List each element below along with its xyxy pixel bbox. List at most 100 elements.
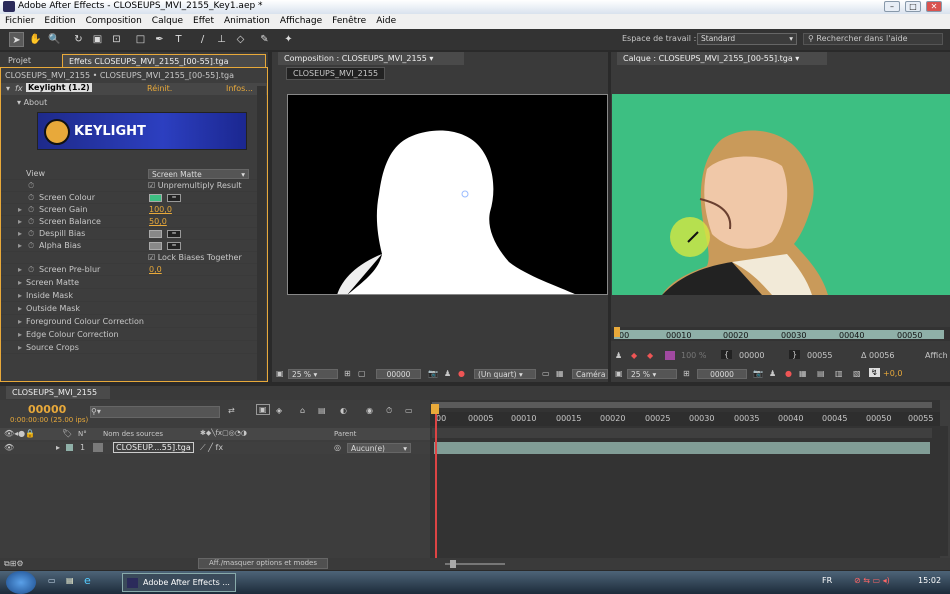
toggle-switches-button[interactable]: Aff./masquer options et modes — [198, 558, 328, 569]
tab-composition[interactable]: Composition : CLOSEUPS_MVI_2155 ▾ — [278, 52, 464, 65]
eyedropper-icon[interactable]: ━ — [167, 242, 181, 250]
maximize-button[interactable]: □ — [905, 1, 921, 12]
hand-tool-icon[interactable]: ✋ — [28, 32, 43, 47]
stopwatch-icon[interactable]: ⏱ — [28, 265, 34, 275]
clock[interactable]: 15:02 — [918, 576, 941, 585]
menu-fenetre[interactable]: Fenêtre — [327, 14, 371, 29]
layer-name[interactable]: CLOSEUP....55].tga — [113, 442, 194, 453]
reset-link[interactable]: Réinit. — [147, 84, 172, 93]
screen-preblur-value[interactable]: 0,0 — [149, 265, 162, 274]
expand-triangle-icon[interactable]: ▸ — [18, 241, 22, 250]
group-outside-mask[interactable]: ▸ Outside Mask — [1, 303, 263, 315]
ie-icon[interactable]: e — [84, 574, 91, 587]
desktop-icon[interactable]: ▭ — [48, 576, 56, 585]
eyedropper-icon[interactable]: ━ — [167, 230, 181, 238]
menu-calque[interactable]: Calque — [147, 14, 188, 29]
info-link[interactable]: Infos... — [226, 84, 253, 93]
hide-shy-icon[interactable]: ⌂ — [300, 406, 305, 415]
grid-icon[interactable]: ⊞ — [683, 369, 690, 378]
label-color-icon[interactable] — [66, 444, 73, 451]
layer-stop-icon[interactable]: ◆ — [647, 351, 653, 360]
stopwatch-icon[interactable]: ⏱ — [28, 181, 34, 191]
footer-icons[interactable]: ⧉⊞⚙ — [4, 559, 24, 569]
expand-triangle-icon[interactable]: ▸ — [18, 217, 22, 226]
brainstorm-icon[interactable]: ◉ — [366, 406, 373, 415]
tray-icons[interactable]: ⊘ ⇆ ▭ ◂) — [854, 576, 890, 585]
despill-bias-swatch[interactable] — [149, 230, 162, 238]
text-tool-icon[interactable]: T — [171, 32, 186, 47]
camera-tool-icon[interactable]: ▣ — [90, 32, 105, 47]
taskbar-app-button[interactable]: Adobe After Effects ... — [122, 573, 236, 592]
pixel-aspect-icon[interactable]: ▤ — [817, 369, 825, 378]
composition-viewer[interactable] — [287, 94, 608, 295]
graph-editor-icon[interactable]: ▭ — [405, 406, 413, 415]
comp-zoom-dropdown[interactable]: 25 % ▾ — [288, 369, 338, 379]
effects-scrollbar[interactable] — [257, 86, 266, 380]
visibility-eye-icon[interactable]: 👁 — [4, 443, 14, 452]
expand-triangle-icon[interactable]: ▸ — [56, 443, 60, 452]
layer-viewer[interactable] — [612, 94, 950, 295]
menu-fichier[interactable]: Fichier — [0, 14, 39, 29]
work-area-bar[interactable] — [432, 402, 932, 408]
frame-blending-icon[interactable]: ▤ — [318, 406, 326, 415]
snapshot-icon[interactable]: 📷 — [428, 369, 438, 378]
tab-layer[interactable]: Calque : CLOSEUPS_MVI_2155_[00-55].tga ▾ — [617, 52, 827, 65]
clone-tool-icon[interactable]: ⊥ — [214, 32, 229, 47]
layer-in-point[interactable]: 00000 — [739, 351, 764, 360]
menu-edition[interactable]: Edition — [39, 14, 80, 29]
close-button[interactable]: ✕ — [926, 1, 942, 12]
eyedropper-icon[interactable]: ━ — [167, 194, 181, 202]
group-screen-matte[interactable]: ▸ Screen Matte — [1, 277, 263, 289]
transparency-grid-icon[interactable]: ▦ — [556, 369, 564, 378]
rotate-tool-icon[interactable]: ↻ — [71, 32, 86, 47]
layer-run-icon[interactable]: ♟ — [615, 351, 622, 360]
layer-work-area[interactable] — [614, 330, 944, 339]
workspace-dropdown[interactable]: Standard ▾ — [697, 33, 797, 45]
eraser-tool-icon[interactable]: ◇ — [233, 32, 248, 47]
layer-bar[interactable] — [434, 442, 930, 454]
zoom-slider-thumb[interactable] — [450, 560, 456, 568]
layer-row-1[interactable]: 👁 ▸ 1 CLOSEUP....55].tga ⟋ ╱ fx ◎ Aucun(… — [0, 442, 430, 454]
fx-icon[interactable]: fx — [15, 84, 23, 93]
layer-time-ruler[interactable]: 00 00010 00020 00030 00040 00050 — [611, 327, 950, 341]
start-button[interactable] — [6, 571, 36, 594]
menu-affichage[interactable]: Affichage — [275, 14, 327, 29]
expand-triangle-icon[interactable]: ▸ — [18, 229, 22, 238]
group-edge-colour[interactable]: ▸ Edge Colour Correction — [1, 329, 263, 341]
zoom-tool-icon[interactable]: 🔍 — [47, 32, 62, 47]
stopwatch-icon[interactable]: ⏱ — [28, 229, 34, 239]
view-dropdown[interactable]: Screen Matte ▾ — [148, 169, 249, 179]
channel-icon[interactable]: ● — [458, 369, 465, 378]
group-inside-mask[interactable]: ▸ Inside Mask — [1, 290, 263, 302]
timeline-icon[interactable]: ▧ — [853, 369, 861, 378]
lock-biases-checkbox[interactable]: ☑ Lock Biases Together — [148, 253, 242, 262]
stopwatch-icon[interactable]: ⏱ — [28, 205, 34, 215]
menu-composition[interactable]: Composition — [81, 14, 147, 29]
menu-aide[interactable]: Aide — [371, 14, 401, 29]
exposure-icon[interactable]: ↯ — [869, 368, 880, 377]
timeline-search-input[interactable]: ⚲▾ — [90, 406, 220, 418]
roto-brush-tool-icon[interactable]: ✎ — [257, 32, 272, 47]
live-update-icon[interactable]: ▣ — [256, 404, 270, 415]
region-of-interest-icon[interactable]: ▭ — [542, 369, 550, 378]
always-preview-icon[interactable]: ▣ — [276, 369, 284, 378]
puppet-tool-icon[interactable]: ✦ — [281, 32, 296, 47]
selection-tool-icon[interactable]: ➤ — [9, 32, 24, 47]
explorer-icon[interactable]: ▤ — [66, 576, 74, 585]
alpha-bias-swatch[interactable] — [149, 242, 162, 250]
menu-effet[interactable]: Effet — [188, 14, 219, 29]
show-snapshot-icon[interactable]: ♟ — [444, 369, 451, 378]
rectangle-tool-icon[interactable]: □ — [133, 32, 148, 47]
fast-preview-icon[interactable]: ▥ — [835, 369, 843, 378]
pen-tool-icon[interactable]: ✒ — [152, 32, 167, 47]
about-row[interactable]: ▾ About — [17, 98, 47, 107]
layer-label-color-icon[interactable] — [665, 351, 675, 360]
tab-timeline[interactable]: CLOSEUPS_MVI_2155 — [6, 386, 110, 399]
layer-playhead[interactable] — [614, 327, 620, 337]
autokeyframe-icon[interactable]: ⏱ — [386, 406, 392, 416]
resolution-dropdown[interactable]: (Un quart) ▾ — [474, 369, 536, 379]
brush-tool-icon[interactable]: / — [195, 32, 210, 47]
timeline-playhead[interactable] — [435, 404, 437, 568]
pan-behind-tool-icon[interactable]: ⊡ — [109, 32, 124, 47]
screen-balance-value[interactable]: 50,0 — [149, 217, 167, 226]
